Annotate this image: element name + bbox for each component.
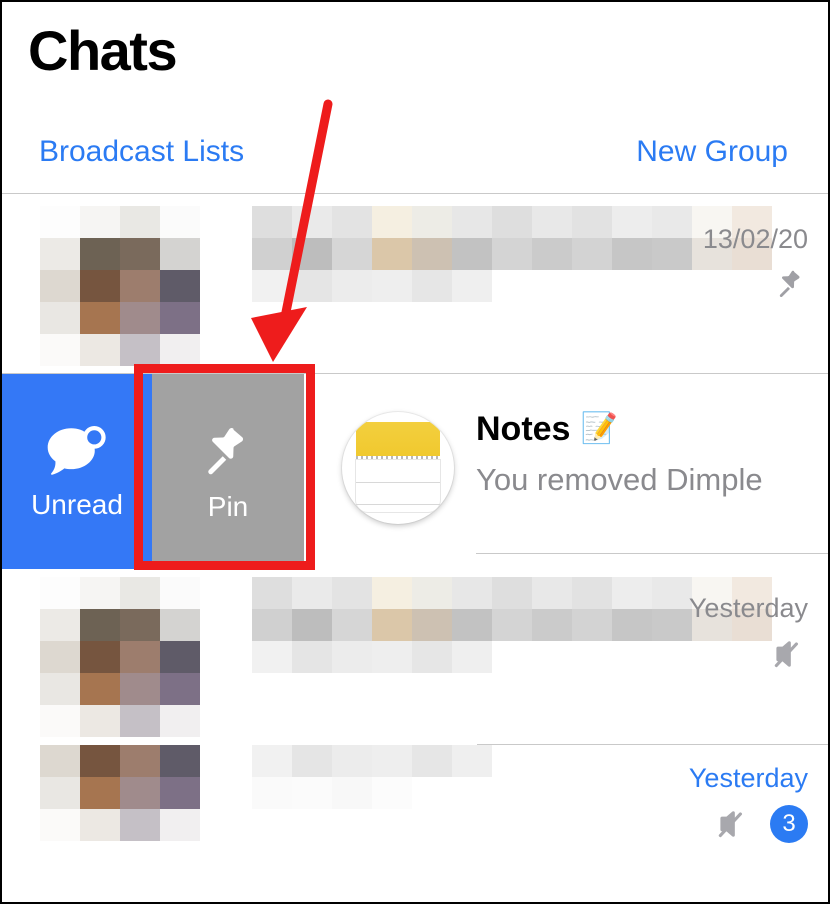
redacted-preview-blur bbox=[252, 577, 572, 687]
swipe-action-unread-label: Unread bbox=[31, 488, 123, 520]
chats-screen: Chats Broadcast Lists New Group 13/02/20… bbox=[0, 0, 830, 904]
chat-preview: You removed Dimple bbox=[476, 462, 763, 497]
row-timestamp: Yesterday bbox=[688, 593, 808, 623]
chat-name-text: Notes bbox=[476, 410, 571, 448]
table-row[interactable]: Yesterday 3 bbox=[2, 745, 828, 902]
row-meta: Yesterday 3 bbox=[568, 763, 808, 843]
new-group-link[interactable]: New Group bbox=[636, 135, 788, 169]
row-status-icons bbox=[568, 267, 808, 303]
notes-chat-content[interactable]: Notes 📝 You removed Dimple bbox=[304, 374, 828, 569]
row-meta: Yesterday bbox=[568, 595, 808, 672]
broadcast-lists-link[interactable]: Broadcast Lists bbox=[39, 135, 244, 169]
redacted-preview-blur bbox=[252, 206, 572, 316]
header: Chats Broadcast Lists New Group bbox=[2, 2, 828, 193]
mute-bell-off-icon bbox=[718, 811, 742, 838]
row-status-icons: 3 bbox=[568, 805, 808, 843]
pin-icon bbox=[779, 270, 800, 298]
swipe-action-pin-label: Pin bbox=[207, 490, 249, 522]
redacted-name-blur bbox=[40, 577, 220, 737]
redacted-name-blur bbox=[40, 745, 220, 902]
memo-emoji: 📝 bbox=[580, 412, 618, 445]
page-title: Chats bbox=[28, 19, 178, 82]
unread-chat-bubble-icon bbox=[47, 425, 106, 475]
unread-count-badge: 3 bbox=[770, 805, 808, 843]
avatar bbox=[342, 412, 454, 524]
chat-list: 13/02/20 Unread Pin Notes 📝 You removed … bbox=[2, 194, 828, 902]
row-divider bbox=[476, 553, 828, 554]
table-row-notes[interactable]: Unread Pin Notes 📝 You removed Dimple bbox=[2, 374, 828, 569]
table-row[interactable]: 13/02/20 bbox=[2, 194, 828, 374]
redacted-preview-blur bbox=[252, 745, 502, 811]
swipe-action-pin[interactable]: Pin bbox=[152, 374, 304, 569]
chat-name: Notes 📝 bbox=[476, 412, 618, 446]
redacted-name-blur bbox=[40, 206, 220, 366]
row-timestamp: 13/02/20 bbox=[702, 224, 808, 254]
notes-app-icon bbox=[356, 422, 440, 456]
row-timestamp: Yesterday bbox=[688, 763, 808, 793]
mute-bell-off-icon bbox=[774, 641, 798, 668]
table-row[interactable]: Yesterday bbox=[2, 569, 828, 745]
row-meta: 13/02/20 bbox=[568, 226, 808, 303]
pin-icon bbox=[208, 427, 244, 474]
swipe-action-unread[interactable]: Unread bbox=[2, 374, 152, 569]
row-status-icons bbox=[568, 636, 808, 672]
